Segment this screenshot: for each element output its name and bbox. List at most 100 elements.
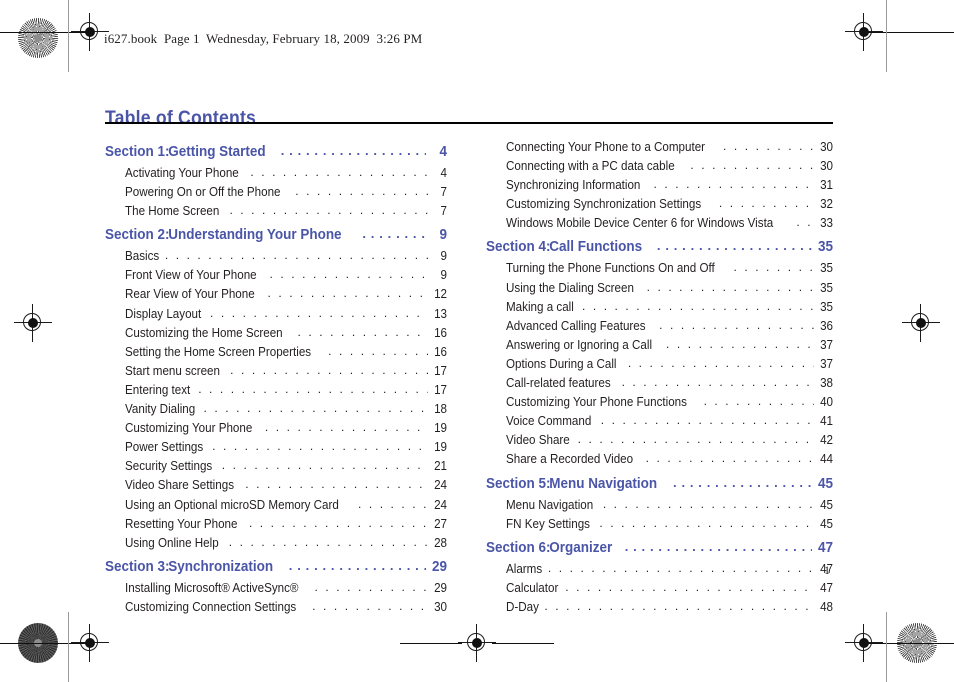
toc-entry-row[interactable]: Entering text . . . . . . . . . . . . . .… (105, 381, 447, 400)
toc-entry-row[interactable]: Advanced Calling Features . . . . . . . .… (486, 317, 833, 336)
toc-entry-row[interactable]: Share a Recorded Video . . . . . . . . . … (486, 450, 833, 469)
toc-entry-row[interactable]: Customizing Your Phone Functions . . . . … (486, 393, 833, 412)
toc-page-number: 38 (820, 376, 833, 391)
toc-entry-row[interactable]: Menu Navigation . . . . . . . . . . . . .… (486, 496, 833, 515)
toc-section-title: Call Functions (549, 239, 643, 256)
toc-entry-row[interactable]: Alarms . . . . . . . . . . . . . . . . . … (486, 560, 833, 579)
toc-page-number: 44 (820, 452, 833, 467)
toc-entry-row[interactable]: Installing Microsoft® ActiveSync® . . . .… (105, 579, 447, 598)
toc-entry-row[interactable]: D-Day . . . . . . . . . . . . . . . . . .… (486, 598, 833, 617)
toc-section-title: Menu Navigation (549, 475, 658, 492)
toc-entry-row[interactable]: Connecting Your Phone to a Computer . . .… (486, 138, 833, 157)
toc-leader-dots: . . . . . . . . . . . . . . . . . . . . … (250, 165, 428, 179)
toc-entry-row[interactable]: Turning the Phone Functions On and Off . … (486, 259, 833, 278)
toc-entry-row[interactable]: Options During a Call . . . . . . . . . .… (486, 355, 833, 374)
toc-entry-row[interactable]: Powering On or Off the Phone . . . . . . … (105, 183, 447, 202)
toc-entry-row[interactable]: Using an Optional microSD Memory Card . .… (105, 496, 447, 515)
toc-entry-row[interactable]: FN Key Settings . . . . . . . . . . . . .… (486, 515, 833, 534)
toc-leader-dots: . . . . . . . . . . . . . . . . . . . . … (544, 598, 814, 613)
toc-page-number: 24 (434, 497, 447, 512)
toc-entry-row[interactable]: Rear View of Your Phone . . . . . . . . .… (105, 285, 447, 304)
toc-entry-label: FN Key Settings (506, 516, 591, 531)
folio-page-number: 1 (824, 563, 830, 577)
toc-section-row[interactable]: Section 2:Understanding Your Phone . . . … (105, 223, 447, 247)
registration-crosshair-bottom-center (458, 624, 496, 662)
toc-entry-row[interactable]: Setting the Home Screen Properties . . . … (105, 343, 447, 362)
trim-line-top-right (864, 32, 954, 33)
toc-entry-row[interactable]: Customizing Your Phone . . . . . . . . . … (105, 419, 447, 438)
toc-section-row[interactable]: Section 4:Call Functions . . . . . . . . … (486, 235, 833, 259)
toc-entry-row[interactable]: Using the Dialing Screen . . . . . . . . … (486, 279, 833, 298)
toc-entry-row[interactable]: Display Layout . . . . . . . . . . . . . … (105, 305, 447, 324)
toc-entry-row[interactable]: Front View of Your Phone . . . . . . . . … (105, 266, 447, 285)
trim-line-bottom-center-left (400, 643, 462, 644)
toc-section-row[interactable]: Section 6:Organizer . . . . . . . . . . .… (486, 536, 833, 560)
toc-entry-row[interactable]: Activating Your Phone . . . . . . . . . .… (105, 164, 447, 183)
toc-entry-row[interactable]: Call-related features . . . . . . . . . .… (486, 374, 833, 393)
toc-entry-row[interactable]: Resetting Your Phone . . . . . . . . . . … (105, 515, 447, 534)
running-header: i627.book Page 1 Wednesday, February 18,… (104, 31, 423, 46)
toc-section-row[interactable]: Section 1:Getting Started . . . . . . . .… (105, 140, 447, 164)
toc-entry-label: Display Layout (125, 306, 202, 321)
toc-entry-row[interactable]: Video Share Settings . . . . . . . . . . … (105, 476, 447, 495)
toc-column-right: Connecting Your Phone to a Computer . . .… (486, 138, 833, 617)
toc-entry-row[interactable]: Security Settings . . . . . . . . . . . .… (105, 457, 447, 476)
toc-leader-dots: . . . . . . . . . . . . . . . . . . . . … (264, 420, 428, 435)
toc-page-number: 30 (820, 140, 833, 154)
toc-leader-dots: . . . . . . . . . . . . . . . . . . . . … (653, 177, 814, 192)
title-divider (105, 122, 833, 124)
toc-section-row[interactable]: Section 3:Synchronization . . . . . . . .… (105, 555, 447, 579)
toc-entry-row[interactable]: Start menu screen . . . . . . . . . . . .… (105, 362, 447, 381)
toc-entry-row[interactable]: Using Online Help . . . . . . . . . . . .… (105, 534, 447, 553)
toc-entry-row[interactable]: Connecting with a PC data cable . . . . .… (486, 157, 833, 176)
toc-leader-dots: . . . . . . . . . . . . . . . . . . . . … (362, 226, 426, 242)
toc-section-row[interactable]: Section 5:Menu Navigation . . . . . . . .… (486, 472, 833, 496)
toc-entry-row[interactable]: The Home Screen . . . . . . . . . . . . .… (105, 202, 447, 221)
toc-entry-label: Connecting Your Phone to a Computer (506, 140, 706, 154)
toc-page-number: 42 (820, 433, 833, 448)
toc-entry-label: Vanity Dialing (125, 402, 196, 417)
toc-leader-dots: . . . . . . . . . . . . . . . . . . . . … (230, 362, 428, 377)
toc-leader-dots: . . . . . . . . . . . . . . . . . . . . … (198, 381, 428, 396)
toc-leader-dots: . . . . . . . . . . . . . . . . . . . . … (212, 439, 428, 454)
toc-page-number: 9 (440, 268, 447, 283)
fold-line-left (68, 0, 69, 72)
toc-entry-label: Turning the Phone Functions On and Off (506, 261, 715, 276)
fold-line-bottom-right (886, 612, 887, 682)
toc-page-number: 47 (820, 580, 833, 595)
toc-entry-row[interactable]: Making a call . . . . . . . . . . . . . .… (486, 298, 833, 317)
toc-entry-row[interactable]: Windows Mobile Device Center 6 for Windo… (486, 214, 833, 233)
toc-leader-dots: . . . . . . . . . . . . . . . . . . . . … (288, 557, 426, 573)
toc-leader-dots: . . . . . . . . . . . . . . . . . . . . … (565, 579, 814, 594)
toc-entry-row[interactable]: Video Share . . . . . . . . . . . . . . .… (486, 431, 833, 450)
toc-page-number: 37 (820, 356, 833, 371)
toc-page-number: 32 (820, 197, 833, 212)
toc-entry-row[interactable]: Voice Command . . . . . . . . . . . . . .… (486, 412, 833, 431)
toc-entry-label: Windows Mobile Device Center 6 for Windo… (506, 216, 774, 231)
toc-page-number: 9 (440, 249, 447, 264)
toc-entry-row[interactable]: Customizing Synchronization Settings . . … (486, 195, 833, 214)
toc-entry-label: Resetting Your Phone (125, 516, 238, 531)
toc-leader-dots: . . . . . . . . . . . . . . . . . . . . … (295, 184, 428, 199)
trim-line-top-left (0, 32, 90, 33)
toc-entry-row[interactable]: Vanity Dialing . . . . . . . . . . . . . … (105, 400, 447, 419)
toc-entry-row[interactable]: Basics . . . . . . . . . . . . . . . . . … (105, 247, 447, 266)
toc-entry-label: Answering or Ignoring a Call (506, 337, 653, 352)
toc-entry-row[interactable]: Synchronizing Information . . . . . . . .… (486, 176, 833, 195)
toc-entry-row[interactable]: Customizing the Home Screen . . . . . . .… (105, 324, 447, 343)
toc-entry-row[interactable]: Power Settings . . . . . . . . . . . . . … (105, 438, 447, 457)
toc-leader-dots: . . . . . . . . . . . . . . . . . . . . … (581, 298, 814, 313)
toc-page-number: 35 (817, 239, 833, 256)
toc-entry-label: Advanced Calling Features (506, 318, 646, 333)
toc-entry-row[interactable]: Answering or Ignoring a Call . . . . . . … (486, 336, 833, 355)
toc-page-number: 16 (434, 325, 447, 340)
toc-entry-row[interactable]: Customizing Connection Settings . . . . .… (105, 598, 447, 617)
toc-leader-dots: . . . . . . . . . . . . . . . . . . . . … (656, 238, 812, 254)
toc-page-number: 47 (817, 539, 833, 556)
toc-leader-dots: . . . . . . . . . . . . . . . . . . . . … (690, 158, 814, 173)
toc-page-number: 4 (440, 166, 447, 180)
toc-entry-label: Menu Navigation (506, 497, 594, 512)
toc-entry-row[interactable]: Calculator . . . . . . . . . . . . . . . … (486, 579, 833, 598)
toc-page-number: 7 (440, 185, 447, 200)
toc-entry-label: Basics (125, 249, 160, 264)
